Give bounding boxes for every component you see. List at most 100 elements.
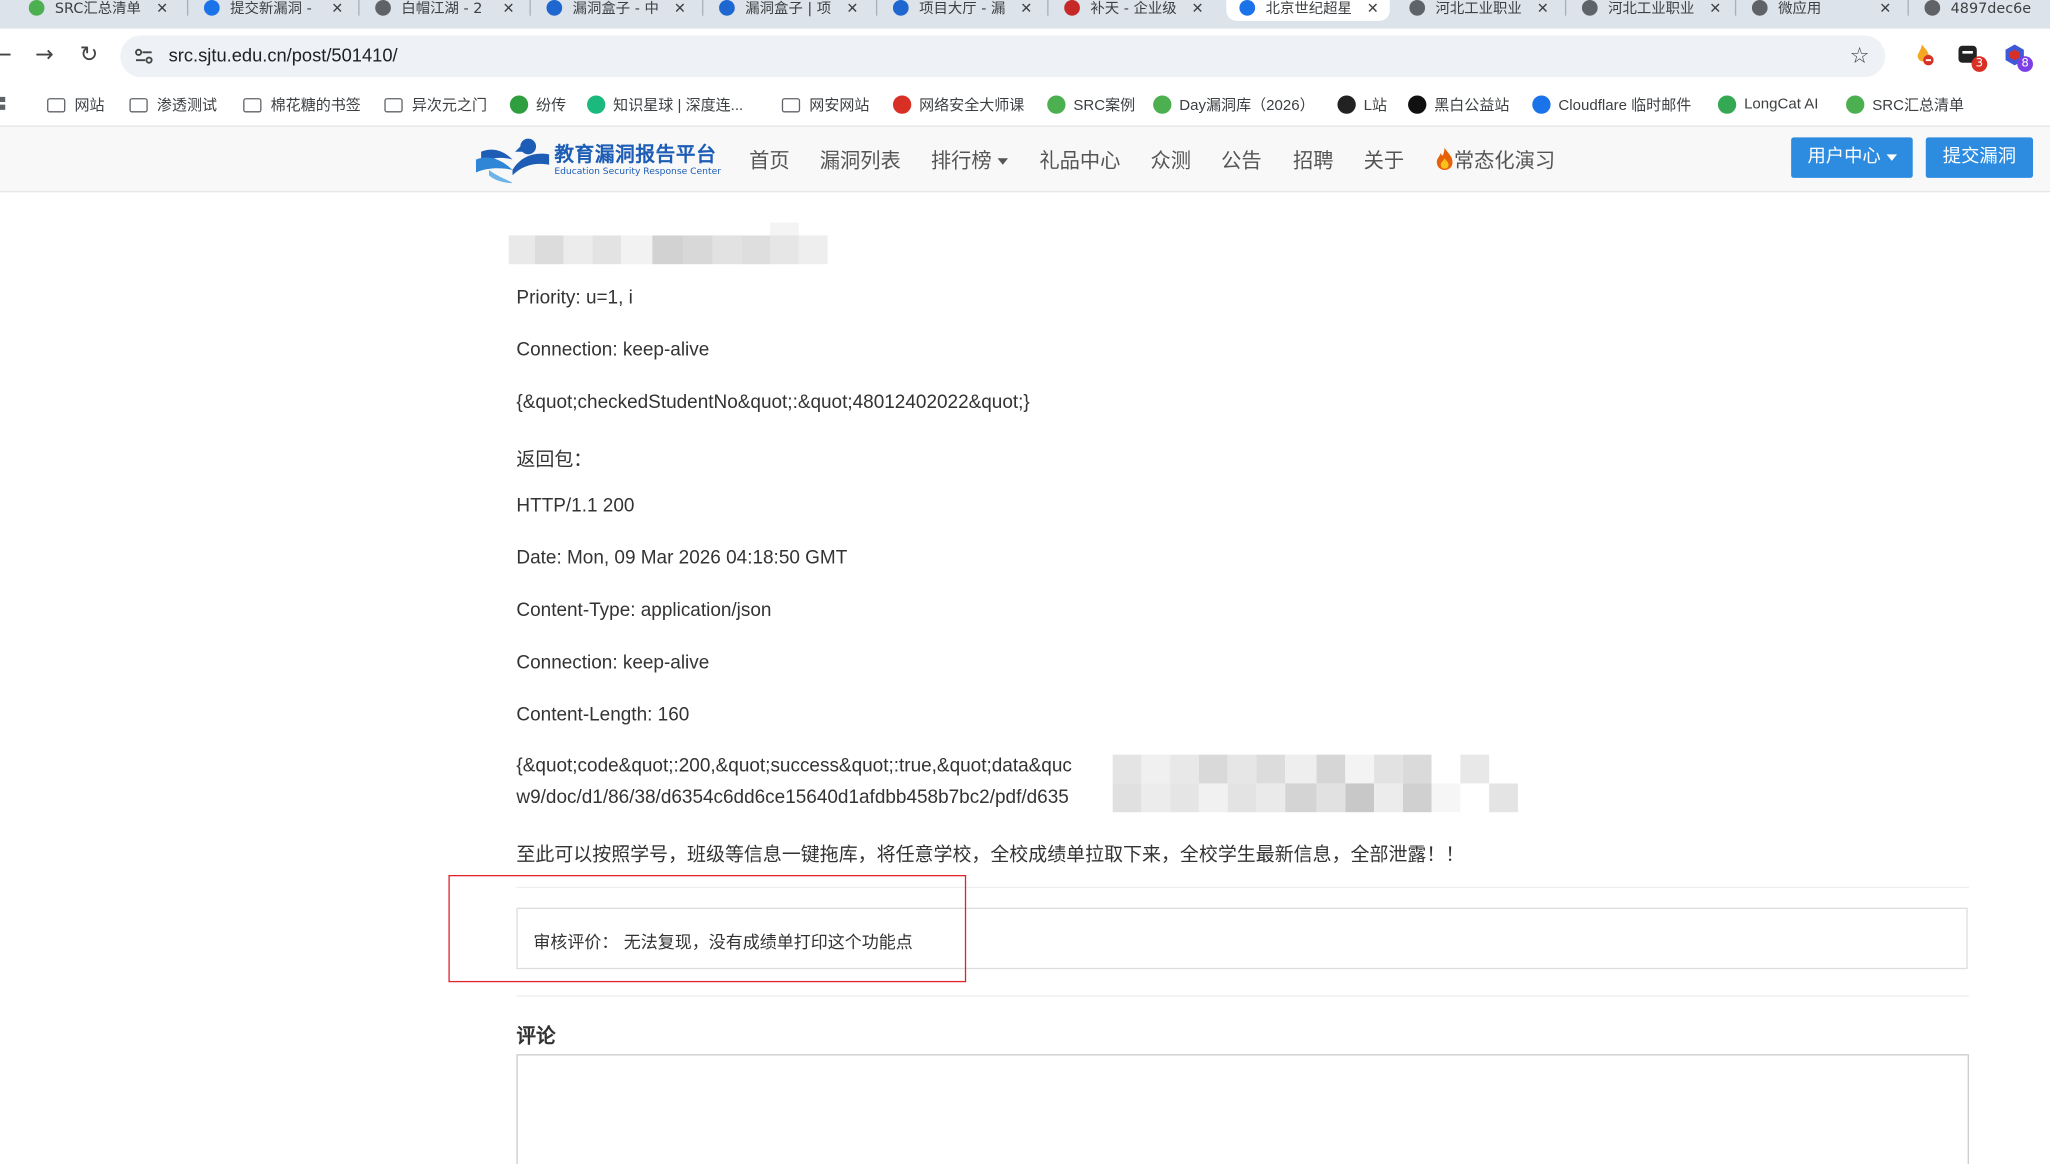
address-bar[interactable]: src.sjtu.edu.cn/post/501410/ ☆ <box>120 35 1886 78</box>
tab-title: 项目大厅 - 漏 <box>919 0 1006 18</box>
bookmark-label: SRC汇总清单 <box>1872 98 1965 114</box>
bookmark-label: SRC案例 <box>1073 98 1136 114</box>
bookmark-item[interactable]: 异次元之门 <box>384 93 487 117</box>
submit-vuln-button[interactable]: 提交漏洞 <box>1925 137 2034 178</box>
redacted-title-mosaic <box>508 222 828 265</box>
close-icon[interactable]: ✕ <box>671 0 689 16</box>
bookmark-label: L站 <box>1363 98 1388 114</box>
ext-red-badge-icon[interactable]: 3 <box>1956 42 1988 72</box>
forward-button[interactable]: → <box>29 39 60 70</box>
bookmark-favicon-icon <box>1717 95 1737 114</box>
back-button[interactable]: ← <box>0 39 18 70</box>
ext-blue-badge-icon[interactable]: 8 <box>2002 42 2034 72</box>
apps-grid-icon[interactable] <box>0 96 8 113</box>
tab-favicon-icon <box>1239 0 1256 16</box>
browser-tab[interactable]: 提交新漏洞 - ✕ <box>191 0 354 21</box>
close-icon[interactable]: ✕ <box>499 0 517 16</box>
red-highlight-annotation <box>448 874 967 983</box>
browser-tab[interactable]: 项目大厅 - 漏 ✕ <box>880 0 1043 21</box>
tab-title: 漏洞盒子 | 项 <box>745 0 832 18</box>
nav-drill[interactable]: 常态化演习 <box>1436 145 1556 174</box>
request-header-priority: Priority: u=1, i <box>516 287 633 309</box>
tab-title: 北京世纪超星 <box>1265 0 1352 18</box>
tab-favicon-icon <box>1581 0 1598 16</box>
tab-title: 白帽江湖 - 2 <box>401 0 483 18</box>
nav-about[interactable]: 关于 <box>1364 145 1405 174</box>
bookmark-item[interactable]: 网安网站 <box>781 93 869 117</box>
nav-gift-center[interactable]: 礼品中心 <box>1039 145 1120 174</box>
close-icon[interactable]: ✕ <box>843 0 861 16</box>
tab-favicon-icon <box>375 0 391 16</box>
nav-drill-label: 常态化演习 <box>1453 149 1556 173</box>
browser-tab[interactable]: 白帽江湖 - 2 ✕ <box>362 0 525 21</box>
nav-announcements[interactable]: 公告 <box>1221 145 1262 174</box>
site-logo[interactable]: 教育漏洞报告平台 Education Security Response Cen… <box>475 133 724 185</box>
site-settings-icon[interactable] <box>133 46 154 67</box>
nav-recruitment[interactable]: 招聘 <box>1293 145 1334 174</box>
bookmark-label: 知识星球 | 深度连... <box>613 98 744 114</box>
bookmark-favicon-icon <box>1846 95 1865 114</box>
ext-red-badge-count: 3 <box>1971 56 1988 72</box>
close-icon[interactable]: ✕ <box>1188 0 1206 16</box>
bookmark-star-icon[interactable]: ☆ <box>1850 43 1870 69</box>
tab-favicon-icon <box>203 0 220 16</box>
conclusion-text: 至此可以按照学号，班级等信息一键拖库，将任意学校，全校成绩单拉取下来，全校学生最… <box>516 844 1465 866</box>
bookmark-item[interactable]: SRC汇总清单 <box>1846 93 1964 117</box>
folder-icon <box>781 97 801 112</box>
browser-tab[interactable]: 漏洞盒子 | 项 ✕ <box>706 0 869 21</box>
user-center-button[interactable]: 用户中心 <box>1791 137 1913 178</box>
folder-icon <box>47 97 66 112</box>
bookmark-label: Day漏洞库（2026） <box>1179 98 1315 114</box>
close-icon[interactable]: ✕ <box>1876 0 1894 16</box>
redacted-response-mosaic <box>1112 753 1521 814</box>
bookmark-label: 渗透测试 <box>156 98 218 114</box>
bookmark-favicon-icon <box>892 95 912 114</box>
tab-separator <box>1907 0 1909 16</box>
tab-separator <box>1047 0 1049 16</box>
browser-tab[interactable]: 补天 - 企业级 ✕ <box>1051 0 1214 21</box>
bookmark-item[interactable]: 渗透测试 <box>129 93 217 117</box>
response-body-line-1: {&quot;code&quot;:200,&quot;success&quot… <box>516 755 1072 777</box>
bookmark-item[interactable]: 棉花糖的书签 <box>243 93 361 117</box>
close-icon[interactable]: ✕ <box>328 0 346 16</box>
bookmark-item[interactable]: LongCat AI <box>1717 93 1819 117</box>
bookmark-item[interactable]: 纷传 <box>509 93 567 117</box>
browser-tab[interactable]: 河北工业职业 ✕ <box>1396 0 1559 21</box>
bookmark-label: 纷传 <box>536 98 567 114</box>
bookmark-item[interactable]: 知识星球 | 深度连... <box>587 93 743 117</box>
reload-button[interactable]: ↻ <box>73 39 104 70</box>
bookmark-label: LongCat AI <box>1744 96 1819 113</box>
fire-extension-icon[interactable] <box>1910 42 1936 68</box>
browser-tab[interactable]: 北京世纪超星 ✕ <box>1226 0 1390 21</box>
browser-tab[interactable]: 漏洞盒子 - 中 ✕ <box>533 0 696 21</box>
bookmark-item[interactable]: L站 <box>1337 93 1387 117</box>
tab-title: 河北工业职业 <box>1608 0 1695 18</box>
bookmark-item[interactable]: 网络安全大师课 <box>892 93 1024 117</box>
tab-favicon-icon <box>1064 0 1080 16</box>
tab-favicon-icon <box>28 0 45 16</box>
nav-vuln-list[interactable]: 漏洞列表 <box>820 145 901 174</box>
close-icon[interactable]: ✕ <box>153 0 171 16</box>
bookmark-item[interactable]: SRC案例 <box>1047 93 1135 117</box>
nav-ranking[interactable]: 排行榜 <box>931 145 1008 174</box>
tab-separator <box>1564 0 1567 16</box>
bookmark-item[interactable]: Day漏洞库（2026） <box>1153 93 1315 117</box>
close-icon[interactable]: ✕ <box>1706 0 1724 16</box>
close-icon[interactable]: ✕ <box>1364 0 1382 16</box>
close-icon[interactable]: ✕ <box>1017 0 1035 16</box>
request-body: {&quot;checkedStudentNo&quot;:&quot;4801… <box>516 392 1030 414</box>
comment-input[interactable] <box>516 1054 1969 1164</box>
browser-tab[interactable]: 4897dec6e <box>1911 0 2050 21</box>
bookmark-item[interactable]: Cloudflare 临时邮件 <box>1532 93 1691 117</box>
nav-home[interactable]: 首页 <box>749 145 790 174</box>
nav-crowdtest[interactable]: 众测 <box>1151 145 1192 174</box>
folder-icon <box>129 97 148 112</box>
browser-tab[interactable]: SRC汇总清单 ✕ <box>16 0 179 21</box>
url-text[interactable]: src.sjtu.edu.cn/post/501410/ <box>169 44 398 65</box>
close-icon[interactable]: ✕ <box>1534 0 1552 16</box>
bookmark-item[interactable]: 网站 <box>47 93 105 117</box>
browser-tab[interactable]: 微应用 ✕ <box>1739 0 1902 21</box>
bookmark-item[interactable]: 黑白公益站 <box>1408 93 1509 117</box>
browser-tab[interactable]: 河北工业职业 ✕ <box>1569 0 1732 21</box>
bookmark-favicon-icon <box>587 95 606 114</box>
